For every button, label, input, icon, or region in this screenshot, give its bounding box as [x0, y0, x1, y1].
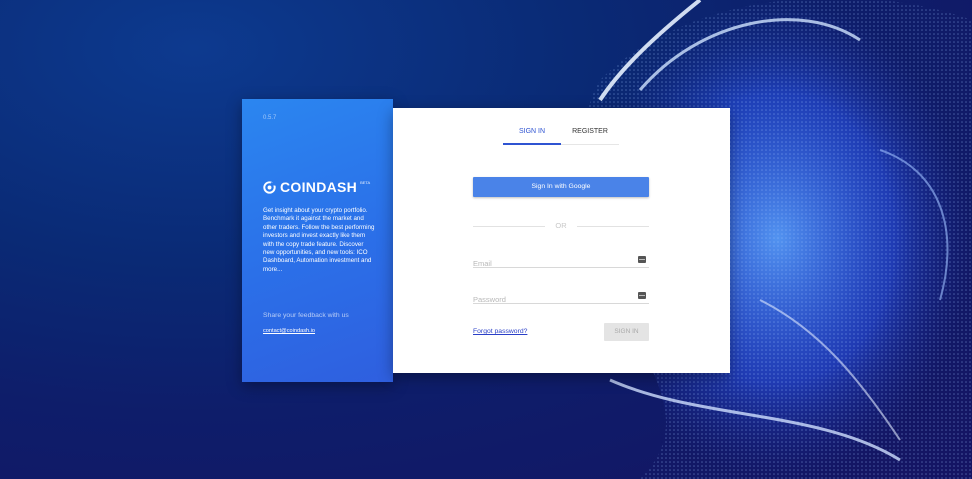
- keyboard-icon: [638, 256, 646, 263]
- password-field[interactable]: [473, 292, 633, 307]
- email-field[interactable]: [473, 256, 633, 271]
- beta-badge: BETA: [360, 180, 371, 185]
- google-sign-in-button[interactable]: Sign In with Google: [473, 177, 649, 197]
- auth-tabs: SIGN IN REGISTER: [503, 120, 619, 145]
- feedback-label: Share your feedback with us: [263, 312, 349, 319]
- brand-panel: 0.5.7 COINDASH BETA Get insight about yo…: [242, 99, 393, 382]
- tab-sign-in[interactable]: SIGN IN: [503, 120, 561, 145]
- forgot-password-link[interactable]: Forgot password?: [473, 328, 527, 335]
- brand-logo: COINDASH BETA: [263, 179, 370, 195]
- brand-name: COINDASH: [280, 179, 358, 195]
- or-divider: OR: [473, 221, 649, 231]
- password-field-wrapper: [473, 289, 649, 307]
- auth-panel: SIGN IN REGISTER Sign In with Google OR …: [393, 108, 730, 373]
- product-description: Get insight about your crypto portfolio.…: [263, 207, 375, 273]
- tab-register[interactable]: REGISTER: [561, 120, 619, 144]
- divider-line-right: [577, 226, 649, 227]
- app-version: 0.5.7: [263, 115, 277, 121]
- contact-email-link[interactable]: contact@coindash.io: [263, 328, 315, 334]
- coindash-logo-icon: [263, 180, 276, 194]
- sign-in-button[interactable]: SIGN IN: [604, 323, 649, 341]
- keyboard-icon: [638, 292, 646, 299]
- email-field-wrapper: [473, 253, 649, 271]
